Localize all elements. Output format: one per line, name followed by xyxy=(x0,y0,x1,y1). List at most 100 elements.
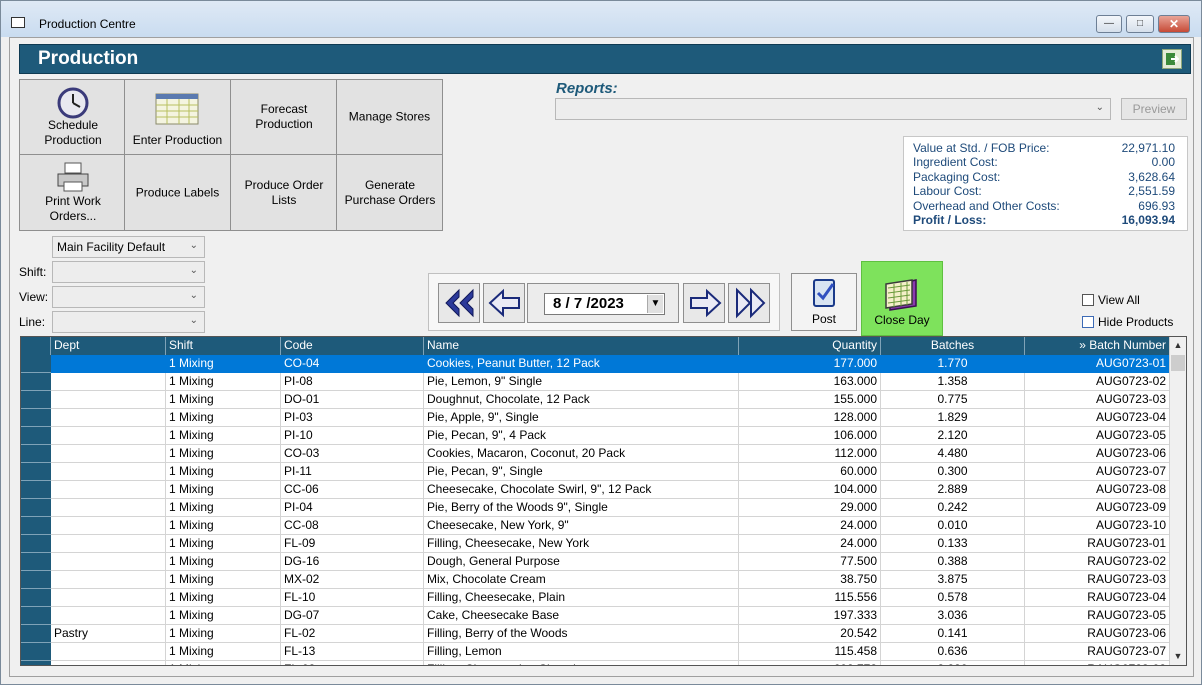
manage-stores-button[interactable]: Manage Stores xyxy=(336,79,443,155)
col-dept-cell[interactable] xyxy=(51,517,166,535)
col-code-cell[interactable]: MX-02 xyxy=(281,571,424,589)
col-shift-cell[interactable]: 1 Mixing xyxy=(166,661,281,665)
row-selector[interactable] xyxy=(21,373,51,391)
col-code-cell[interactable]: CO-03 xyxy=(281,445,424,463)
col-name-cell[interactable]: Cookies, Peanut Butter, 12 Pack xyxy=(424,355,739,373)
col-dept-cell[interactable] xyxy=(51,391,166,409)
col-shift-cell[interactable]: 1 Mixing xyxy=(166,445,281,463)
produce-order-lists-button[interactable]: Produce Order Lists xyxy=(230,154,337,231)
table-row[interactable]: 1 Mixing PI-03 Pie, Apple, 9", Single 128.0… xyxy=(21,409,1170,427)
col-shift-header[interactable]: Shift xyxy=(166,337,281,355)
row-selector[interactable] xyxy=(21,481,51,499)
table-row[interactable]: 1 Mixing CC-08 Cheesecake, New York, 9" 24.… xyxy=(21,517,1170,535)
col-name-cell[interactable]: Filling, Berry of the Woods xyxy=(424,625,739,643)
col-dept-cell[interactable] xyxy=(51,409,166,427)
col-batch-number-cell[interactable]: AUG0723-04 xyxy=(1025,409,1170,427)
col-batch-number-header[interactable]: » Batch Number xyxy=(1025,337,1170,355)
col-name-cell[interactable]: Pie, Lemon, 9" Single xyxy=(424,373,739,391)
col-name-cell[interactable]: Filling, Cheesecake, New York xyxy=(424,535,739,553)
col-dept-cell[interactable] xyxy=(51,481,166,499)
reports-select[interactable]: ⌄ xyxy=(555,98,1111,120)
col-shift-cell[interactable]: 1 Mixing xyxy=(166,643,281,661)
col-batches-cell[interactable]: 1.358 xyxy=(881,373,1025,391)
col-quantity-cell[interactable]: 128.000 xyxy=(739,409,881,427)
col-batches-cell[interactable]: 1.829 xyxy=(881,409,1025,427)
col-name-cell[interactable]: Cheesecake, New York, 9" xyxy=(424,517,739,535)
col-batches-cell[interactable]: 4.480 xyxy=(881,445,1025,463)
col-quantity-header[interactable]: Quantity xyxy=(739,337,881,355)
facility-select[interactable]: Main Facility Default ⌄ xyxy=(52,236,205,258)
col-name-header[interactable]: Name xyxy=(424,337,739,355)
produce-labels-button[interactable]: Produce Labels xyxy=(124,154,231,231)
col-shift-cell[interactable]: 1 Mixing xyxy=(166,499,281,517)
enter-production-button[interactable]: Enter Production xyxy=(124,79,231,155)
col-dept-cell[interactable] xyxy=(51,643,166,661)
view-select[interactable]: ⌄ xyxy=(52,286,205,308)
col-shift-cell[interactable]: 1 Mixing xyxy=(166,409,281,427)
close-button[interactable]: ✕ xyxy=(1158,15,1190,33)
col-dept-cell[interactable] xyxy=(51,661,166,665)
col-quantity-cell[interactable]: 29.000 xyxy=(739,499,881,517)
scroll-thumb[interactable] xyxy=(1171,355,1185,371)
col-batch-number-cell[interactable]: AUG0723-10 xyxy=(1025,517,1170,535)
col-quantity-cell[interactable]: 112.000 xyxy=(739,445,881,463)
row-selector[interactable] xyxy=(21,535,51,553)
col-shift-cell[interactable]: 1 Mixing xyxy=(166,607,281,625)
row-selector[interactable] xyxy=(21,517,51,535)
col-name-cell[interactable]: Mix, Chocolate Cream xyxy=(424,571,739,589)
col-code-cell[interactable]: CC-08 xyxy=(281,517,424,535)
row-selector[interactable] xyxy=(21,391,51,409)
col-code-cell[interactable]: FL-08 xyxy=(281,661,424,665)
hide-products-checkbox[interactable] xyxy=(1082,316,1094,328)
table-row[interactable]: 1 Mixing DO-01 Doughnut, Chocolate, 12 Pac… xyxy=(21,391,1170,409)
col-batch-number-cell[interactable]: AUG0723-02 xyxy=(1025,373,1170,391)
table-row[interactable]: 1 Mixing FL-10 Filling, Cheesecake, Plain 1… xyxy=(21,589,1170,607)
col-dept-cell[interactable] xyxy=(51,553,166,571)
col-batch-number-cell[interactable]: RAUG0723-05 xyxy=(1025,607,1170,625)
col-batch-number-cell[interactable]: AUG0723-03 xyxy=(1025,391,1170,409)
col-dept-cell[interactable] xyxy=(51,607,166,625)
col-shift-cell[interactable]: 1 Mixing xyxy=(166,553,281,571)
col-batches-cell[interactable]: 0.578 xyxy=(881,589,1025,607)
table-row[interactable]: 1 Mixing FL-13 Filling, Lemon 115.458 0.636 R… xyxy=(21,643,1170,661)
col-shift-cell[interactable]: 1 Mixing xyxy=(166,427,281,445)
col-quantity-cell[interactable]: 163.000 xyxy=(739,373,881,391)
col-shift-cell[interactable]: 1 Mixing xyxy=(166,589,281,607)
col-code-cell[interactable]: PI-03 xyxy=(281,409,424,427)
col-batches-header[interactable]: Batches xyxy=(881,337,1025,355)
col-batches-cell[interactable]: 0.242 xyxy=(881,499,1025,517)
row-selector[interactable] xyxy=(21,607,51,625)
col-name-cell[interactable]: Cheesecake, Chocolate Swirl, 9", 12 Pack xyxy=(424,481,739,499)
maximize-button[interactable]: □ xyxy=(1126,15,1154,33)
scroll-down-icon[interactable]: ▼ xyxy=(1170,648,1186,665)
row-selector[interactable] xyxy=(21,571,51,589)
shift-select[interactable]: ⌄ xyxy=(52,261,205,283)
close-day-button[interactable]: Close Day xyxy=(861,261,943,336)
post-button[interactable]: Post xyxy=(791,273,857,331)
col-shift-cell[interactable]: 1 Mixing xyxy=(166,517,281,535)
row-selector[interactable] xyxy=(21,625,51,643)
col-quantity-cell[interactable]: 106.000 xyxy=(739,427,881,445)
row-selector[interactable] xyxy=(21,463,51,481)
table-row[interactable]: 1 Mixing CO-04 Cookies, Peanut Butter, 12 … xyxy=(21,355,1170,373)
col-dept-cell[interactable] xyxy=(51,463,166,481)
col-quantity-cell[interactable]: 77.500 xyxy=(739,553,881,571)
col-batches-cell[interactable]: 3.875 xyxy=(881,571,1025,589)
col-batches-cell[interactable]: 0.775 xyxy=(881,391,1025,409)
line-select[interactable]: ⌄ xyxy=(52,311,205,333)
chevron-down-icon[interactable]: ▼ xyxy=(647,295,663,313)
col-quantity-cell[interactable]: 24.000 xyxy=(739,517,881,535)
col-shift-cell[interactable]: 1 Mixing xyxy=(166,355,281,373)
col-dept-cell[interactable] xyxy=(51,571,166,589)
col-code-cell[interactable]: DG-16 xyxy=(281,553,424,571)
col-batch-number-cell[interactable]: RAUG0723-03 xyxy=(1025,571,1170,589)
col-batch-number-cell[interactable]: RAUG0723-07 xyxy=(1025,643,1170,661)
col-quantity-cell[interactable]: 60.000 xyxy=(739,463,881,481)
col-code-cell[interactable]: CC-06 xyxy=(281,481,424,499)
table-row[interactable]: 1 Mixing PI-04 Pie, Berry of the Woods 9",… xyxy=(21,499,1170,517)
table-row[interactable]: 1 Mixing CC-06 Cheesecake, Chocolate Swirl… xyxy=(21,481,1170,499)
col-dept-header[interactable]: Dept xyxy=(51,337,166,355)
col-quantity-cell[interactable]: 602.778 xyxy=(739,661,881,665)
table-row[interactable]: Pastry 1 Mixing FL-02 Filling, Berry of the… xyxy=(21,625,1170,643)
col-batches-cell[interactable]: 0.300 xyxy=(881,463,1025,481)
